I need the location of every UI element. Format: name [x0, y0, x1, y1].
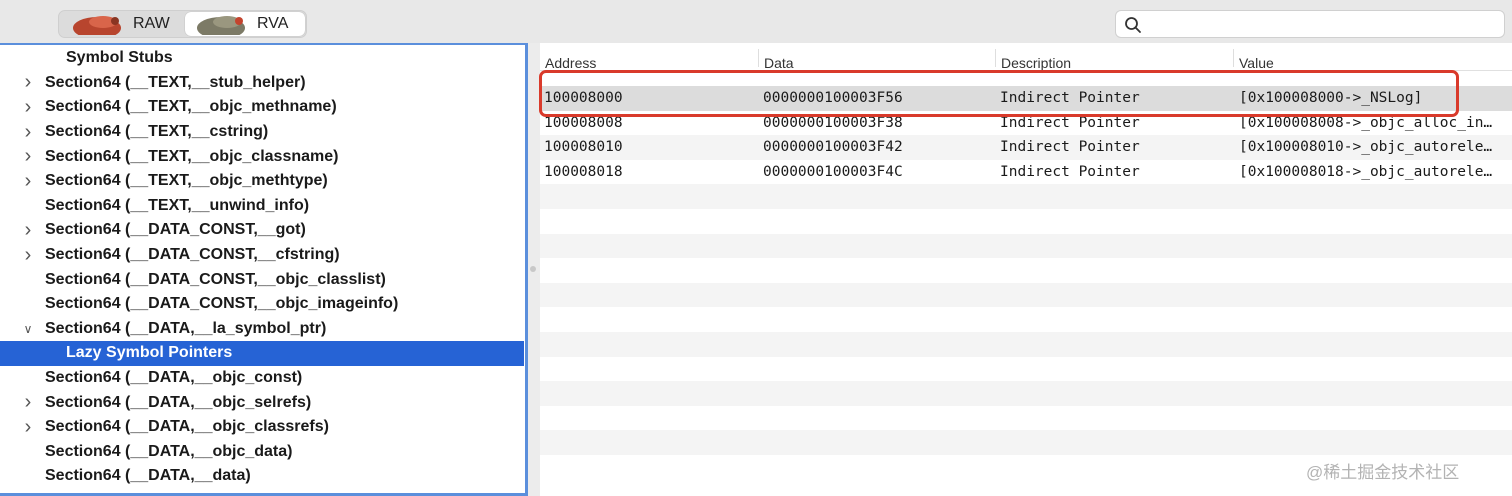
cell-description: Indirect Pointer — [1000, 163, 1140, 180]
tree-item-label: Section64 (__DATA_CONST,__objc_classlist… — [45, 270, 386, 288]
tree-item[interactable]: › Section64 (__TEXT,__cstring) — [0, 120, 524, 145]
chevron-right-icon[interactable]: › — [21, 71, 35, 93]
empty-table-row — [540, 233, 1512, 259]
rva-icon — [197, 13, 249, 35]
tree-item[interactable]: › Section64 (__DATA,__objc_classrefs) — [0, 415, 524, 440]
tree-item-label: Section64 (__DATA_CONST,__objc_imageinfo… — [45, 295, 399, 313]
chevron-right-icon[interactable]: › — [21, 170, 35, 192]
empty-table-row — [540, 406, 1512, 431]
splitter-handle[interactable] — [530, 266, 536, 272]
column-header-value[interactable]: Value — [1239, 55, 1274, 71]
tree-item[interactable]: Section64 (__DATA_CONST,__objc_classlist… — [0, 267, 524, 292]
tree-item-label: Section64 (__DATA,__objc_classrefs) — [45, 418, 329, 436]
cell-value: [0x100008010->_objc_autorele… — [1239, 139, 1493, 156]
tree-item-label: Section64 (__DATA,__data) — [45, 467, 251, 485]
tree-item-label: Section64 (__DATA,__objc_const) — [45, 369, 303, 387]
empty-table-row — [540, 357, 1512, 382]
tree-item-label: Section64 (__DATA_CONST,__got) — [45, 221, 306, 239]
empty-table-row — [540, 184, 1512, 209]
rva-mode-label: RVA — [257, 15, 289, 32]
table-row[interactable]: 100008010 0000000100003F42 Indirect Pointe… — [540, 135, 1512, 160]
chevron-down-icon[interactable]: ∨ — [21, 322, 35, 336]
cell-data: 0000000100003F38 — [763, 114, 903, 131]
search-field[interactable] — [1115, 10, 1505, 38]
watermark: @稀土掘金技术社区 — [1306, 463, 1460, 482]
tree-item[interactable]: Section64 (__DATA_CONST,__objc_imageinfo… — [0, 292, 524, 317]
column-divider — [1233, 49, 1234, 67]
table-row[interactable]: 100008000 0000000100003F56 Indirect Pointe… — [540, 86, 1512, 111]
cell-description: Indirect Pointer — [1000, 90, 1140, 106]
cell-data: 0000000100003F42 — [763, 139, 903, 156]
chevron-right-icon[interactable]: › — [21, 219, 35, 241]
search-icon — [1125, 17, 1141, 33]
tree-item[interactable]: › Section64 (__TEXT,__stub_helper) — [0, 71, 524, 96]
chevron-right-icon[interactable]: › — [21, 244, 35, 266]
tree-item-label: Section64 (__TEXT,__objc_methtype) — [45, 172, 328, 190]
table-row[interactable]: 100008008 0000000100003F38 Indirect Pointe… — [540, 111, 1512, 136]
tree-item-label: Section64 (__DATA,__la_symbol_ptr) — [45, 319, 327, 337]
table-row[interactable]: 100008018 0000000100003F4C Indirect Pointe… — [540, 160, 1512, 185]
cell-value: [0x100008000->_NSLog] — [1239, 90, 1423, 106]
tree-item[interactable]: Symbol Stubs — [0, 46, 524, 71]
empty-table-row — [540, 209, 1512, 234]
tree-item-label: Section64 (__TEXT,__stub_helper) — [45, 73, 306, 91]
cell-address: 100008010 — [544, 139, 623, 156]
column-header-description[interactable]: Description — [1001, 55, 1071, 71]
tree-item[interactable]: › Section64 (__DATA_CONST,__got) — [0, 218, 524, 243]
cell-address: 100008000 — [544, 90, 623, 106]
toolbar: RAW RVA — [0, 0, 1512, 44]
chevron-right-icon[interactable]: › — [21, 416, 35, 438]
column-header-data[interactable]: Data — [764, 55, 794, 71]
raw-mode-label: RAW — [133, 15, 170, 32]
tree-item-label: Symbol Stubs — [66, 49, 173, 67]
empty-table-row — [540, 381, 1512, 406]
raw-icon — [73, 13, 125, 35]
tree-item-label: Section64 (__DATA,__objc_selrefs) — [45, 393, 312, 411]
chevron-right-icon[interactable]: › — [21, 391, 35, 413]
cell-description: Indirect Pointer — [1000, 139, 1140, 156]
empty-table-row — [540, 430, 1512, 455]
cell-address: 100008018 — [544, 163, 623, 180]
tree-item-label: Lazy Symbol Pointers — [66, 344, 233, 362]
tree-item[interactable]: › Section64 (__TEXT,__objc_methname) — [0, 95, 524, 120]
cell-value: [0x100008018->_objc_autorele… — [1239, 163, 1493, 180]
tree-item-label: Section64 (__TEXT,__unwind_info) — [45, 196, 310, 214]
raw-mode-button[interactable]: RAW — [61, 12, 181, 36]
lazy-symbol-pointers-table: Address Data Description Value 100008000… — [540, 43, 1512, 496]
view-mode-segmented-control: RAW RVA — [58, 10, 307, 38]
empty-table-row — [540, 332, 1512, 357]
cell-data: 0000000100003F56 — [763, 90, 903, 106]
chevron-right-icon[interactable]: › — [21, 121, 35, 143]
cell-value: [0x100008008->_objc_alloc_in… — [1239, 114, 1493, 131]
tree-item[interactable]: › Section64 (__DATA,__objc_selrefs) — [0, 390, 524, 415]
cell-address: 100008008 — [544, 114, 623, 131]
cell-data: 0000000100003F4C — [763, 163, 903, 180]
tree-item[interactable]: Section64 (__DATA,__data) — [0, 464, 524, 489]
empty-table-row — [540, 282, 1512, 308]
tree-item[interactable]: ∨ Section64 (__DATA,__la_symbol_ptr) — [0, 317, 524, 342]
tree-item[interactable]: › Section64 (__TEXT,__objc_classname) — [0, 144, 524, 169]
tree-item-label: Section64 (__TEXT,__objc_methname) — [45, 98, 337, 116]
column-divider — [758, 49, 759, 67]
empty-table-row — [540, 258, 1512, 283]
tree-item[interactable]: Section64 (__TEXT,__unwind_info) — [0, 194, 524, 219]
tree-item-label: Section64 (__TEXT,__objc_classname) — [45, 147, 339, 165]
table-header: Address Data Description Value — [540, 43, 1512, 71]
tree-item[interactable]: › Section64 (__TEXT,__objc_methtype) — [0, 169, 524, 194]
column-divider — [995, 49, 996, 67]
column-header-address[interactable]: Address — [545, 55, 596, 71]
tree-item-label: Section64 (__DATA,__objc_data) — [45, 442, 293, 460]
tree-item[interactable]: › Section64 (__DATA_CONST,__cfstring) — [0, 243, 524, 268]
tree-item[interactable]: Section64 (__DATA,__objc_data) — [0, 440, 524, 465]
cell-description: Indirect Pointer — [1000, 114, 1140, 131]
tree-item[interactable]: Section64 (__DATA,__objc_const) — [0, 366, 524, 391]
section-tree[interactable]: Symbol Stubs › Section64 (__TEXT,__stub_he… — [0, 43, 528, 496]
empty-table-row — [540, 307, 1512, 332]
tree-item-label: Section64 (__DATA_CONST,__cfstring) — [45, 246, 340, 264]
rva-mode-button[interactable]: RVA — [185, 12, 305, 36]
tree-item-selected[interactable]: Lazy Symbol Pointers — [0, 341, 524, 366]
chevron-right-icon[interactable]: › — [21, 145, 35, 167]
chevron-right-icon[interactable]: › — [21, 96, 35, 118]
tree-item-label: Section64 (__TEXT,__cstring) — [45, 123, 269, 141]
